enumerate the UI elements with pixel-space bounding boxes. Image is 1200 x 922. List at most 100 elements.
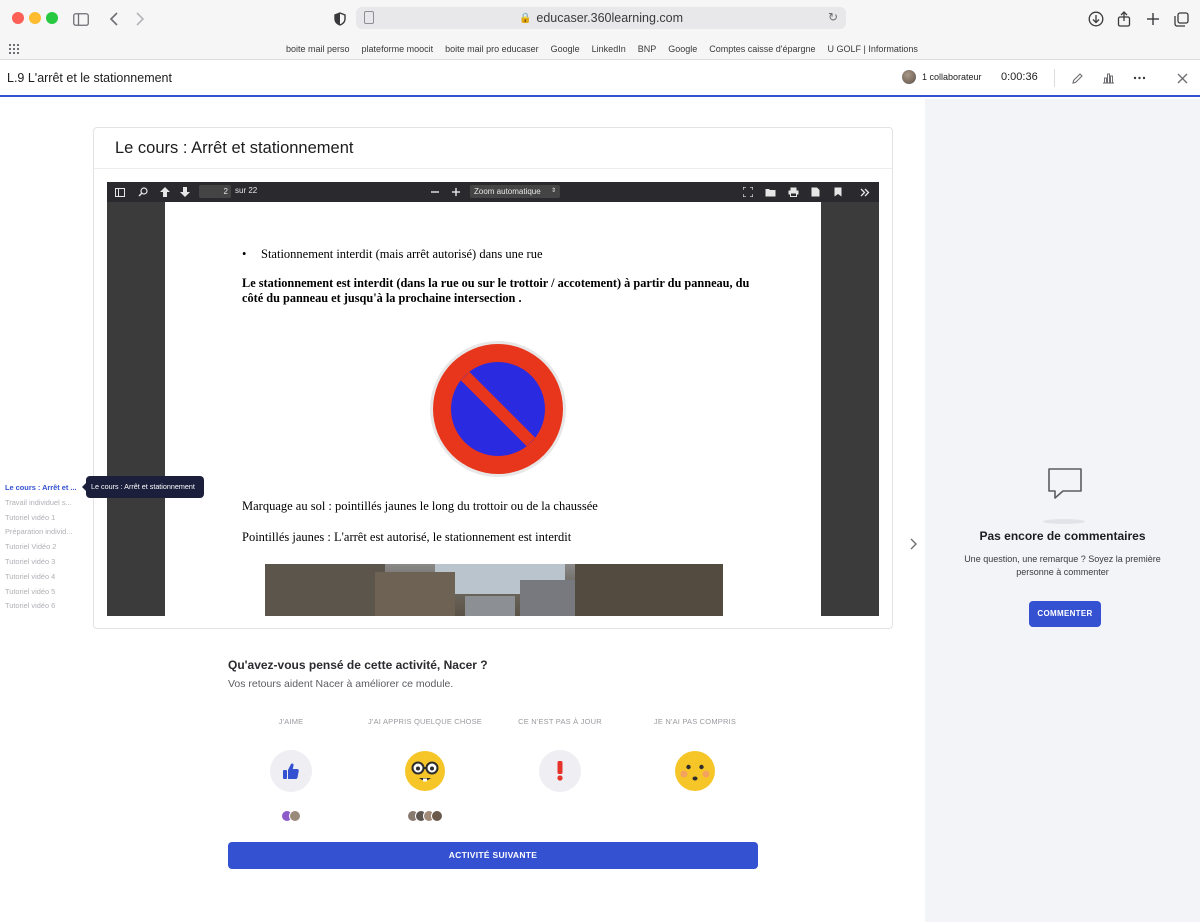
nav-item-tutoriel-2[interactable]: Tutoriel Vidéo 2 <box>5 540 77 555</box>
next-page-icon[interactable] <box>178 185 192 199</box>
pdf-bold-paragraph: Le stationnement est interdit (dans la r… <box>242 276 750 305</box>
page-count-label: sur 22 <box>235 186 258 195</box>
nav-item-tutoriel-4[interactable]: Tutoriel vidéo 4 <box>5 570 77 585</box>
zoom-in-icon[interactable] <box>449 185 463 199</box>
nerd-face-icon[interactable] <box>404 750 446 792</box>
bookmark-item[interactable]: boite mail perso <box>280 44 356 54</box>
bookmark-item[interactable]: boite mail pro educaser <box>439 44 545 54</box>
stats-chart-icon[interactable] <box>1099 69 1117 87</box>
bookmark-icon[interactable] <box>831 185 845 199</box>
more-tools-icon[interactable] <box>858 185 872 199</box>
feedback-title: Qu'avez-vous pensé de cette activité, Na… <box>228 658 488 672</box>
confused-face-icon[interactable] <box>674 750 716 792</box>
chevron-right-icon[interactable] <box>906 536 920 552</box>
address-bar[interactable]: 🔒 educaser.360learning.com ↻ <box>356 7 846 29</box>
photo-building <box>265 564 385 616</box>
feedback-subtitle: Vos retours aident Nacer à améliorer ce … <box>228 678 454 690</box>
fullscreen-icon[interactable] <box>741 185 755 199</box>
header-divider <box>1054 69 1055 87</box>
feedback-option-like[interactable]: J'AIME <box>231 715 351 822</box>
speech-bubble-icon <box>1047 467 1083 501</box>
tab-overview-icon[interactable] <box>1171 9 1191 29</box>
bookmark-item[interactable]: Google <box>545 44 586 54</box>
new-tab-icon[interactable] <box>1143 9 1163 29</box>
bookmark-item[interactable]: Google <box>662 44 703 54</box>
nav-item-cours[interactable]: Le cours : Arrêt et ... <box>5 481 77 496</box>
pdf-page: Stationnement interdit (mais arrêt autor… <box>165 202 821 616</box>
nav-item-tutoriel-6[interactable]: Tutoriel vidéo 6 <box>5 599 77 614</box>
comments-panel: Pas encore de commentaires Une question,… <box>925 99 1200 922</box>
zoom-value: Zoom automatique <box>474 187 541 196</box>
page-number-input[interactable]: 2 <box>199 185 231 198</box>
feedback-option-not-understood[interactable]: JE N'AI PAS COMPRIS <box>635 715 755 791</box>
collaborators-label: 1 collaborateur <box>922 72 982 82</box>
zoom-select[interactable]: Zoom automatique ⇕ <box>470 185 560 198</box>
pdf-sidebar-icon[interactable] <box>113 185 127 199</box>
bookmark-item[interactable]: BNP <box>632 44 663 54</box>
feedback-label: J'AI APPRIS QUELQUE CHOSE <box>368 717 482 726</box>
avatar <box>431 810 443 822</box>
zoom-out-icon[interactable] <box>428 185 442 199</box>
sidebar-toggle-icon[interactable] <box>71 9 91 29</box>
browser-toolbar: 🔒 educaser.360learning.com ↻ <box>0 0 1200 38</box>
course-title: Le cours : Arrêt et stationnement <box>115 139 354 157</box>
feedback-option-learned[interactable]: J'AI APPRIS QUELQUE CHOSE <box>365 715 485 822</box>
bookmark-item[interactable]: plateforme moocit <box>356 44 440 54</box>
photo-building <box>575 564 723 616</box>
download-pdf-icon[interactable] <box>808 185 822 199</box>
back-icon[interactable] <box>104 9 124 29</box>
activity-nav: Le cours : Arrêt et ... Travail individu… <box>5 481 77 614</box>
more-options-icon[interactable] <box>1130 69 1148 87</box>
bookmark-item[interactable]: U GOLF | Informations <box>822 44 924 54</box>
pdf-text-line: Marquage au sol : pointillés jaunes le l… <box>242 499 598 513</box>
collaborators-indicator[interactable]: 1 collaborateur <box>902 70 982 84</box>
print-icon[interactable] <box>786 185 800 199</box>
comments-empty-title: Pas encore de commentaires <box>979 529 1146 543</box>
bookmark-item[interactable]: Comptes caisse d'épargne <box>703 44 821 54</box>
edit-pencil-icon[interactable] <box>1068 69 1086 87</box>
bookmark-item[interactable]: LinkedIn <box>586 44 632 54</box>
nav-item-tutoriel-3[interactable]: Tutoriel vidéo 3 <box>5 555 77 570</box>
comments-empty-text: Une question, une remarque ? Soyez la pr… <box>964 554 1161 577</box>
pdf-search-icon[interactable] <box>136 185 150 199</box>
close-icon[interactable] <box>1173 69 1191 87</box>
nav-item-tutoriel-5[interactable]: Tutoriel vidéo 5 <box>5 585 77 600</box>
photo-building <box>375 572 455 616</box>
page-icon <box>364 11 374 24</box>
bookmark-list: boite mail perso plateforme moocit boite… <box>280 38 924 60</box>
previous-page-icon[interactable] <box>158 185 172 199</box>
comment-button[interactable]: COMMENTER <box>1029 601 1101 627</box>
exclamation-icon[interactable] <box>539 750 581 792</box>
lock-icon: 🔒 <box>518 12 532 24</box>
minimize-window-button[interactable] <box>29 12 41 24</box>
next-activity-button[interactable]: ACTIVITÉ SUIVANTE <box>228 842 758 869</box>
share-icon[interactable] <box>1114 9 1134 29</box>
pdf-viewer[interactable]: 2 sur 22 Zoom automatique ⇕ • Stationnem… <box>107 182 879 616</box>
pdf-toolbar: 2 sur 22 Zoom automatique ⇕ <box>107 182 879 202</box>
maximize-window-button[interactable] <box>46 12 58 24</box>
nav-item-tutoriel-1[interactable]: Tutoriel vidéo 1 <box>5 511 77 526</box>
avatar <box>289 810 301 822</box>
nav-item-travail[interactable]: Travail individuel s... <box>5 496 77 511</box>
privacy-shield-icon[interactable] <box>330 9 350 29</box>
forward-icon[interactable] <box>130 9 150 29</box>
activity-header: L.9 L'arrêt et le stationnement 1 collab… <box>0 60 1200 97</box>
feedback-option-outdated[interactable]: CE N'EST PAS À JOUR <box>500 715 620 792</box>
bookmarks-bar: boite mail perso plateforme moocit boite… <box>0 38 1200 60</box>
apps-grid-icon[interactable] <box>9 44 19 54</box>
feedback-avatars <box>231 810 351 822</box>
street-photo <box>265 564 723 616</box>
reload-icon[interactable]: ↻ <box>828 10 838 24</box>
nav-tooltip: Le cours : Arrêt et stationnement <box>82 476 204 498</box>
photo-building <box>520 580 580 616</box>
nav-item-preparation[interactable]: Préparation individ... <box>5 525 77 540</box>
avatar <box>902 70 916 84</box>
close-window-button[interactable] <box>12 12 24 24</box>
card-divider <box>94 168 892 169</box>
download-icon[interactable] <box>1086 9 1106 29</box>
feedback-avatars <box>365 810 485 822</box>
icon-shadow <box>1043 519 1085 524</box>
open-file-icon[interactable] <box>763 185 777 199</box>
thumbs-up-icon[interactable] <box>270 750 312 792</box>
url-text: educaser.360learning.com <box>536 11 684 25</box>
